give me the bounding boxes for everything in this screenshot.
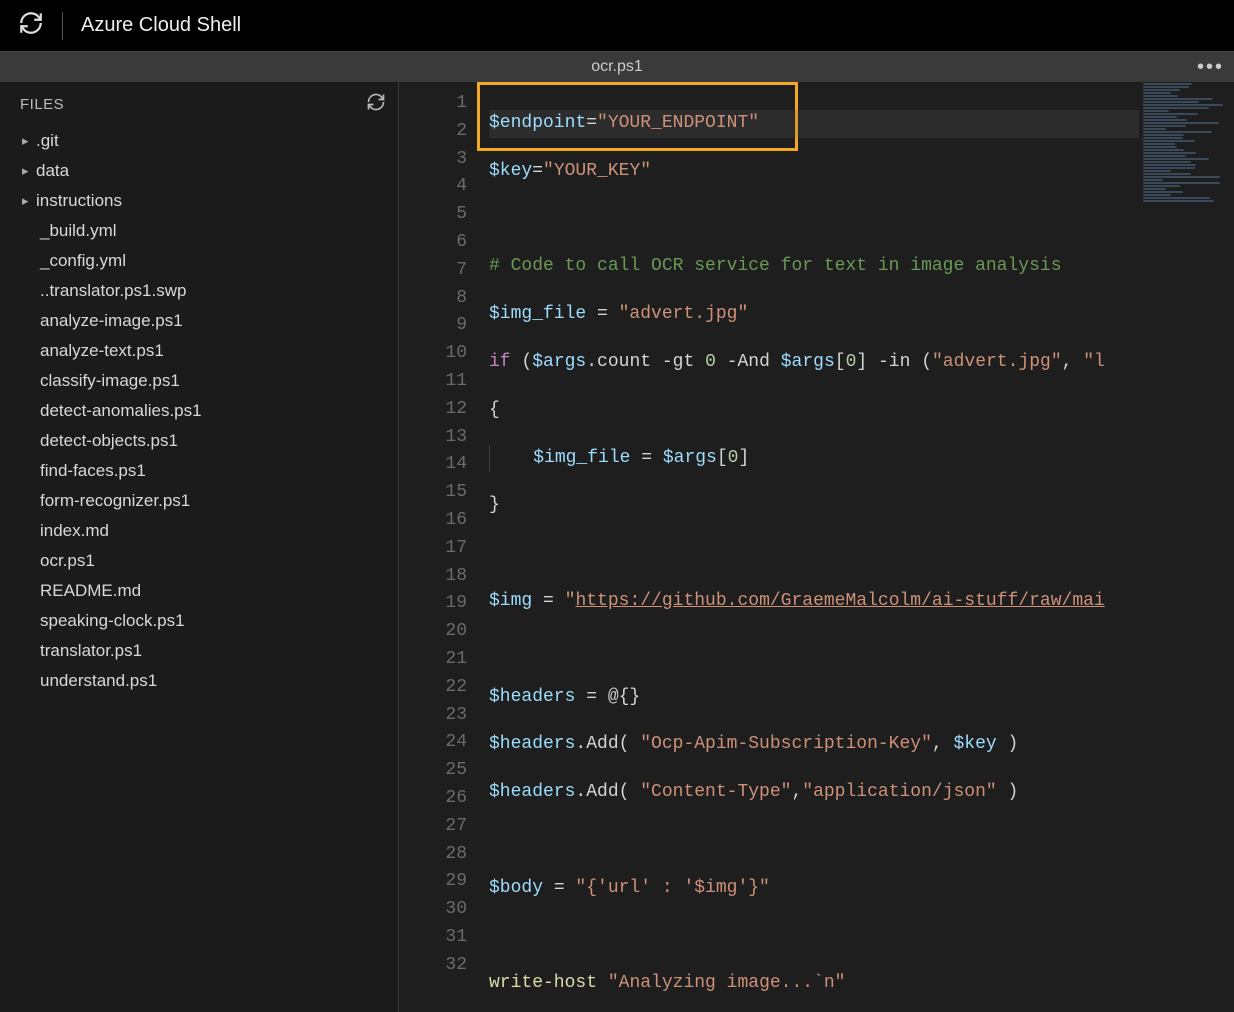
file-item[interactable]: detect-anomalies.ps1: [0, 396, 398, 426]
folder-data[interactable]: ▸data: [0, 156, 398, 186]
file-item[interactable]: translator.ps1: [0, 636, 398, 666]
files-header: FILES: [0, 88, 398, 124]
code-area[interactable]: $endpoint="YOUR_ENDPOINT" $key="YOUR_KEY…: [489, 82, 1139, 1012]
app-title: Azure Cloud Shell: [81, 14, 241, 37]
file-item[interactable]: find-faces.ps1: [0, 456, 398, 486]
file-tree: ▸.git ▸data ▸instructions _build.yml _co…: [0, 124, 398, 698]
file-item[interactable]: README.md: [0, 576, 398, 606]
workspace: FILES ▸.git ▸data ▸instructions _build.y…: [0, 82, 1234, 1012]
folder-instructions[interactable]: ▸instructions: [0, 186, 398, 216]
code-editor[interactable]: 1234567891011121314151617181920212223242…: [399, 82, 1234, 1012]
file-item[interactable]: ocr.ps1: [0, 546, 398, 576]
folder-git[interactable]: ▸.git: [0, 126, 398, 156]
more-icon[interactable]: •••: [1197, 56, 1224, 79]
file-explorer: FILES ▸.git ▸data ▸instructions _build.y…: [0, 82, 399, 1012]
refresh-icon[interactable]: [18, 10, 44, 41]
file-item[interactable]: analyze-image.ps1: [0, 306, 398, 336]
chevron-right-icon: ▸: [22, 193, 30, 209]
file-item[interactable]: speaking-clock.ps1: [0, 606, 398, 636]
file-item[interactable]: index.md: [0, 516, 398, 546]
file-item[interactable]: understand.ps1: [0, 666, 398, 696]
refresh-files-icon[interactable]: [366, 92, 386, 116]
file-item[interactable]: _config.yml: [0, 246, 398, 276]
file-item[interactable]: detect-objects.ps1: [0, 426, 398, 456]
title-divider: [62, 12, 63, 40]
tabbar: ocr.ps1 •••: [0, 52, 1234, 82]
chevron-right-icon: ▸: [22, 163, 30, 179]
chevron-right-icon: ▸: [22, 133, 30, 149]
file-item[interactable]: form-recognizer.ps1: [0, 486, 398, 516]
files-header-label: FILES: [20, 96, 64, 113]
titlebar: Azure Cloud Shell: [0, 0, 1234, 52]
tab-filename[interactable]: ocr.ps1: [591, 58, 643, 76]
file-item[interactable]: _build.yml: [0, 216, 398, 246]
minimap[interactable]: [1139, 82, 1234, 1012]
file-item[interactable]: ..translator.ps1.swp: [0, 276, 398, 306]
file-item[interactable]: classify-image.ps1: [0, 366, 398, 396]
file-item[interactable]: analyze-text.ps1: [0, 336, 398, 366]
line-gutter: 1234567891011121314151617181920212223242…: [399, 82, 489, 1012]
